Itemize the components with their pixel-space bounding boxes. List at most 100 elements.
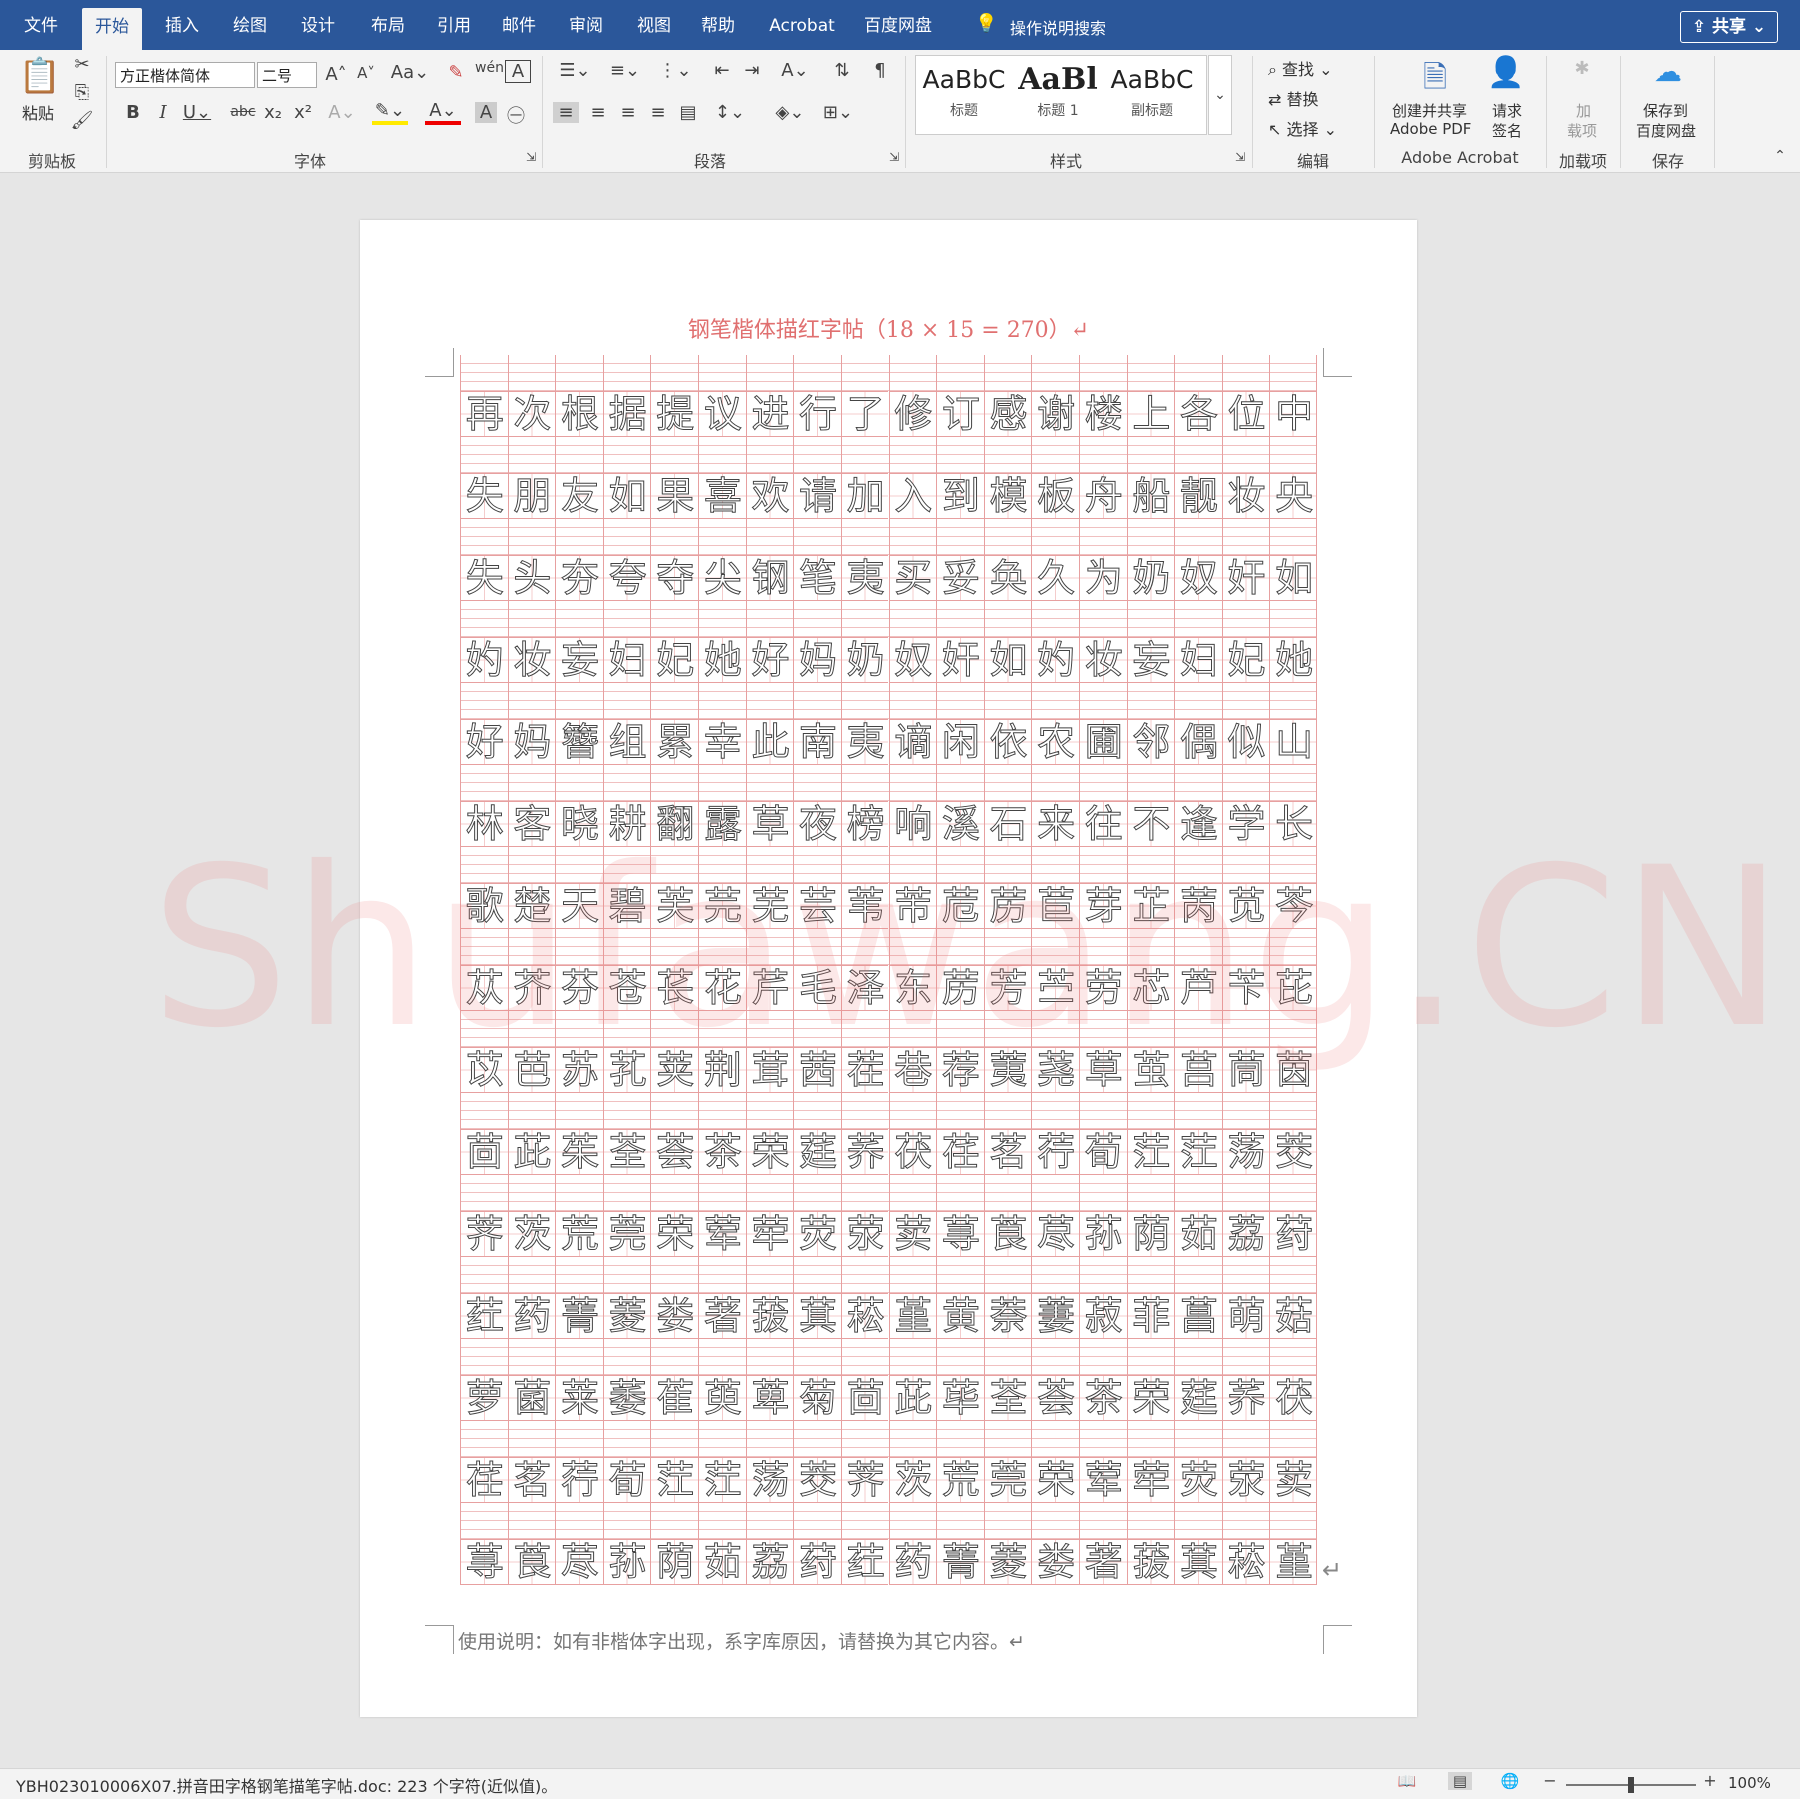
tell-me-search[interactable]: 操作说明搜索 xyxy=(1010,15,1106,39)
group-label-save: 保存 xyxy=(1651,152,1684,171)
phonetic-guide-icon[interactable]: wén xyxy=(475,60,504,76)
trace-character: 荣 xyxy=(1132,1376,1171,1421)
zoom-slider[interactable] xyxy=(1566,1777,1696,1793)
grid-row: 失头夯夸夺尖钢笔夷买妥奂久为奶奴奸如 xyxy=(460,519,1317,601)
trace-character: 莞 xyxy=(989,1458,1028,1503)
char-shading-icon[interactable]: A xyxy=(475,102,497,123)
create-pdf-label2[interactable]: Adobe PDF xyxy=(1390,120,1471,138)
underline-icon[interactable]: U⌄ xyxy=(182,102,212,123)
style-label: 标题 1 xyxy=(1037,103,1079,119)
copy-icon[interactable]: ⎘ xyxy=(70,82,94,103)
style-heading-1[interactable]: AaBl 标题 1 xyxy=(1012,60,1104,120)
shading-icon[interactable]: ◈⌄ xyxy=(770,102,810,123)
style-heading[interactable]: AaBbC 标题 xyxy=(918,60,1010,120)
tab-12[interactable]: 百度网盘 xyxy=(856,0,940,50)
grid-cell: 茶 xyxy=(1078,1339,1127,1421)
grid-cell: 荟 xyxy=(1031,1339,1079,1421)
paste-icon[interactable]: 📋 xyxy=(18,56,62,96)
styles-dialog-launcher-icon[interactable]: ⇲ xyxy=(1232,150,1248,164)
paragraph-dialog-launcher-icon[interactable]: ⇲ xyxy=(886,150,902,164)
tab-9[interactable]: 视图 xyxy=(628,0,680,50)
align-left-icon[interactable]: ≡ xyxy=(553,102,579,123)
tab-0[interactable]: 文件 xyxy=(18,0,64,50)
find-button[interactable]: ⌕ 查找 ⌄ xyxy=(1268,56,1333,80)
text-effects-icon[interactable]: A⌄ xyxy=(325,102,359,123)
trace-character: 到 xyxy=(941,474,980,519)
font-size-combo[interactable]: 二号 xyxy=(257,62,317,88)
style-subtitle[interactable]: AaBbC 副标题 xyxy=(1106,60,1198,120)
select-button[interactable]: ↖ 选择 ⌄ xyxy=(1268,116,1337,140)
sort-icon[interactable]: ⇅ xyxy=(830,60,854,81)
addins-label[interactable]: 加 xyxy=(1576,100,1591,121)
grow-font-icon[interactable]: A˄ xyxy=(325,64,347,85)
shrink-font-icon[interactable]: A˅ xyxy=(355,64,377,82)
share-button[interactable]: ⇪ 共享 ⌄ xyxy=(1680,11,1778,43)
trace-character: 荒 xyxy=(941,1458,980,1503)
baidu-cloud-icon[interactable]: ☁ xyxy=(1648,55,1688,88)
tab-8[interactable]: 审阅 xyxy=(560,0,612,50)
addins-icon[interactable]: ✱ xyxy=(1568,58,1596,79)
increase-indent-icon[interactable]: ⇥ xyxy=(740,60,764,81)
superscript-icon[interactable]: x² xyxy=(292,102,314,123)
zoom-in-icon[interactable]: + xyxy=(1700,1771,1720,1790)
tab-5[interactable]: 布局 xyxy=(362,0,414,50)
justify-icon[interactable]: ≡ xyxy=(645,102,671,123)
grid-cell: 茴 xyxy=(460,1093,508,1175)
char-border-icon[interactable]: A xyxy=(505,60,531,83)
print-layout-icon[interactable]: ▤ xyxy=(1448,1772,1472,1790)
multilevel-list-icon[interactable]: ⋮⌄ xyxy=(655,60,695,81)
distributed-icon[interactable]: ▤ xyxy=(675,102,701,123)
font-color-icon[interactable]: A⌄ xyxy=(425,100,461,125)
tab-10[interactable]: 帮助 xyxy=(692,0,744,50)
line-spacing-icon[interactable]: ↕⌄ xyxy=(710,102,750,123)
show-marks-icon[interactable]: ¶ xyxy=(868,60,892,81)
tab-7[interactable]: 邮件 xyxy=(493,0,545,50)
change-case-icon[interactable]: Aa⌄ xyxy=(390,62,430,83)
cut-icon[interactable]: ✂ xyxy=(70,54,94,75)
replace-button[interactable]: ⇄ 替换 xyxy=(1268,86,1319,110)
grid-cell: 圃 xyxy=(1078,683,1127,765)
tab-1[interactable]: 开始 xyxy=(82,8,142,50)
zoom-out-icon[interactable]: − xyxy=(1540,1771,1560,1790)
collapse-ribbon-icon[interactable]: ⌃ xyxy=(1770,148,1790,164)
tab-11[interactable]: Acrobat xyxy=(758,0,846,50)
tab-2[interactable]: 插入 xyxy=(156,0,208,50)
subscript-icon[interactable]: x₂ xyxy=(262,102,284,123)
asian-layout-icon[interactable]: A⌄ xyxy=(775,60,815,81)
zoom-slider-thumb[interactable] xyxy=(1628,1777,1634,1793)
strikethrough-icon[interactable]: abc xyxy=(228,104,258,120)
request-sign-label[interactable]: 请求 xyxy=(1492,100,1522,121)
font-dialog-launcher-icon[interactable]: ⇲ xyxy=(523,150,539,164)
highlight-icon[interactable]: ✎⌄ xyxy=(372,100,408,125)
paste-button[interactable]: 粘贴 xyxy=(22,100,54,124)
create-pdf-icon[interactable]: 🗎 xyxy=(1415,55,1455,106)
zoom-level[interactable]: 100% xyxy=(1728,1774,1771,1792)
numbering-icon[interactable]: ≡⌄ xyxy=(605,60,645,81)
read-mode-icon[interactable]: 📖 xyxy=(1395,1772,1419,1790)
italic-icon[interactable]: I xyxy=(152,102,174,123)
tab-4[interactable]: 设计 xyxy=(292,0,344,50)
create-pdf-label[interactable]: 创建并共享 xyxy=(1392,100,1467,121)
tab-3[interactable]: 绘图 xyxy=(224,0,276,50)
save-baidu-label[interactable]: 保存到 xyxy=(1643,100,1688,121)
align-center-icon[interactable]: ≡ xyxy=(585,102,611,123)
format-painter-icon[interactable]: 🖌 xyxy=(70,110,94,131)
clear-format-icon[interactable]: ✎ xyxy=(445,62,467,83)
font-name-combo[interactable]: 方正楷体简体 xyxy=(115,62,255,88)
align-right-icon[interactable]: ≡ xyxy=(615,102,641,123)
bold-icon[interactable]: B xyxy=(122,102,144,123)
styles-gallery[interactable]: AaBbC 标题 AaBl 标题 1 AaBbC 副标题 xyxy=(915,55,1207,135)
bullets-icon[interactable]: ☰⌄ xyxy=(555,60,595,81)
save-baidu-label2[interactable]: 百度网盘 xyxy=(1636,120,1696,141)
styles-more-icon[interactable]: ⌄ xyxy=(1208,55,1232,135)
request-sign-label2[interactable]: 签名 xyxy=(1492,120,1522,141)
decrease-indent-icon[interactable]: ⇤ xyxy=(710,60,734,81)
addins-label2[interactable]: 载项 xyxy=(1567,120,1597,141)
web-layout-icon[interactable]: 🌐 xyxy=(1498,1772,1522,1790)
borders-icon[interactable]: ⊞⌄ xyxy=(818,102,858,123)
trace-character: 荇 xyxy=(1037,1130,1076,1175)
enclose-char-icon[interactable]: ㊀ xyxy=(505,102,527,128)
trace-character: 根 xyxy=(561,392,600,437)
tab-6[interactable]: 引用 xyxy=(428,0,480,50)
request-sign-icon[interactable]: 👤 xyxy=(1486,55,1526,90)
